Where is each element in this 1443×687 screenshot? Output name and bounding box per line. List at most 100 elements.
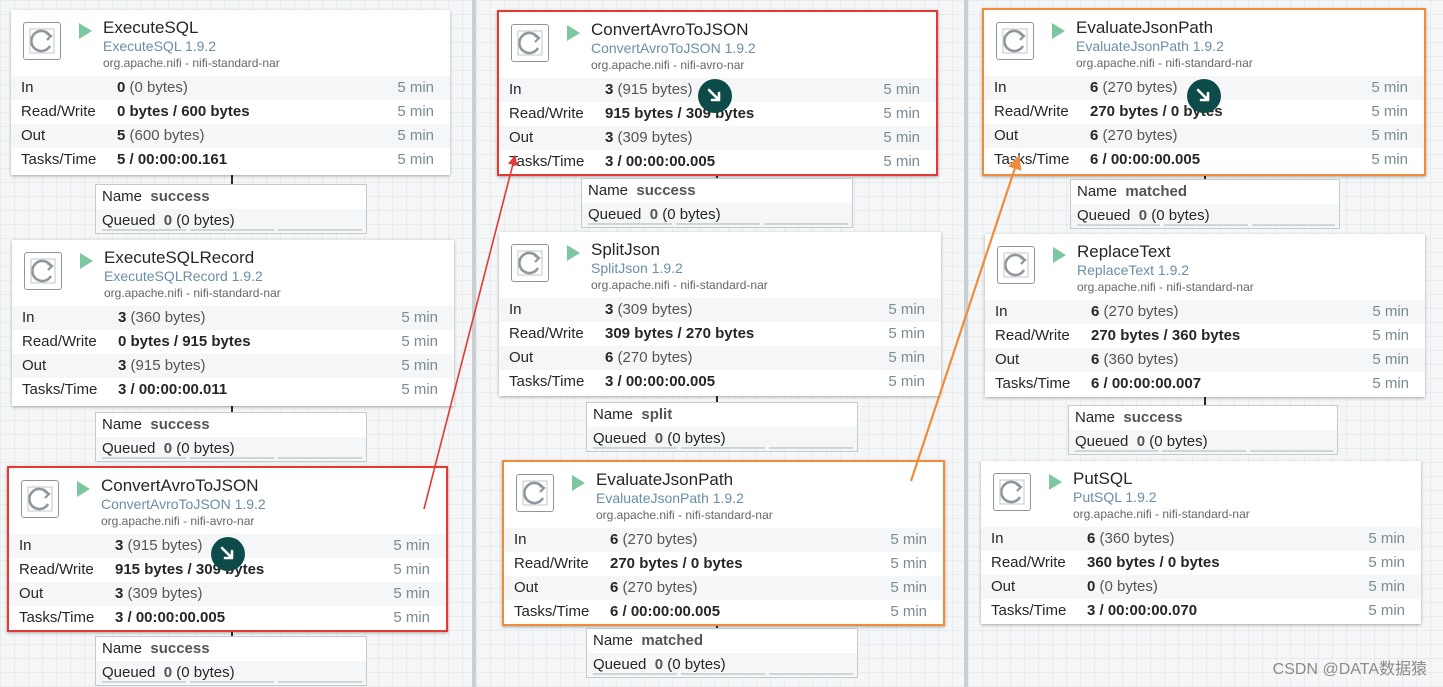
processor-evaluatejsonpath[interactable]: EvaluateJsonPath EvaluateJsonPath 1.9.2 or… (502, 460, 945, 626)
processor-name: ConvertAvroToJSON (591, 20, 749, 39)
play-icon[interactable] (1053, 247, 1066, 263)
play-icon[interactable] (77, 481, 90, 497)
processor-header[interactable]: SplitJson SplitJson 1.9.2 org.apache.nifi … (499, 232, 941, 298)
processor-type: EvaluateJsonPath 1.9.2 (1076, 38, 1224, 54)
connection-matched[interactable]: Name matched Queued 0 (0 bytes) (586, 628, 858, 678)
stat-label: Out (509, 129, 534, 146)
stat-label: Tasks/Time (509, 373, 585, 390)
stat-time: 5 min (883, 129, 920, 146)
stat-time: 5 min (1368, 578, 1405, 595)
queue-progress-bars (1077, 223, 1335, 226)
processor-executesqlrecord[interactable]: ExecuteSQLRecord ExecuteSQLRecord 1.9.2 or… (12, 240, 454, 406)
processor-icon (511, 24, 549, 62)
processor-type: SplitJson 1.9.2 (591, 260, 683, 276)
processor-type: ConvertAvroToJSON 1.9.2 (101, 496, 266, 512)
stat-value: 0 (0 bytes) (117, 79, 188, 96)
stat-label: Out (514, 579, 539, 596)
watermark: CSDN @DATA数据猿 (1272, 661, 1427, 678)
play-icon[interactable] (79, 23, 92, 39)
stat-time: 5 min (883, 153, 920, 170)
connection-success[interactable]: Name success Queued 0 (0 bytes) (95, 636, 367, 686)
queue-progress-bars (593, 446, 853, 449)
stat-label: Tasks/Time (514, 603, 590, 620)
connection-success[interactable]: Name success Queued 0 (0 bytes) (1068, 405, 1338, 455)
play-icon[interactable] (80, 253, 93, 269)
stat-label: Read/Write (22, 333, 97, 350)
stat-out: Out 6 (270 bytes) 5 min (499, 346, 941, 370)
processor-bundle: org.apache.nifi - nifi-standard-nar (103, 56, 280, 70)
stat-label: In (991, 530, 1004, 547)
processor-bundle: org.apache.nifi - nifi-standard-nar (1076, 56, 1253, 70)
stat-out: Out 3 (309 bytes) 5 min (9, 582, 446, 606)
stat-time: 5 min (890, 531, 927, 548)
processor-header[interactable]: ConvertAvroToJSON ConvertAvroToJSON 1.9.2… (499, 12, 936, 78)
stat-in: In 3 (309 bytes) 5 min (499, 298, 941, 322)
connection-split[interactable]: Name split Queued 0 (0 bytes) (586, 402, 858, 452)
processor-type: ConvertAvroToJSON 1.9.2 (591, 40, 756, 56)
stat-tasks: Tasks/Time 3 / 00:00:00.011 5 min (12, 378, 454, 402)
warning-icon[interactable] (211, 537, 245, 571)
stat-read-write: Read/Write 0 bytes / 915 bytes 5 min (12, 330, 454, 354)
processor-bundle: org.apache.nifi - nifi-avro-nar (591, 58, 745, 72)
warning-icon[interactable] (698, 79, 732, 113)
stat-in: In 0 (0 bytes) 5 min (11, 76, 450, 100)
processor-icon (996, 22, 1034, 60)
stat-value: 3 / 00:00:00.070 (1087, 602, 1198, 619)
queue-progress-bars (1075, 449, 1333, 452)
connection-matched[interactable]: Name matched Queued 0 (0 bytes) (1070, 179, 1340, 229)
connection-name-row: Name matched (593, 632, 704, 649)
stat-value: 0 bytes / 915 bytes (118, 333, 251, 350)
processor-bundle: org.apache.nifi - nifi-avro-nar (101, 514, 255, 528)
stat-value: 5 / 00:00:00.161 (117, 151, 228, 168)
processor-icon (511, 244, 549, 282)
stat-time: 5 min (888, 349, 925, 366)
play-icon[interactable] (567, 25, 580, 41)
stat-time: 5 min (393, 609, 430, 626)
processor-executesql[interactable]: ExecuteSQL ExecuteSQL 1.9.2 org.apache.nif… (11, 10, 450, 175)
processor-header[interactable]: ExecuteSQLRecord ExecuteSQLRecord 1.9.2 or… (12, 240, 454, 306)
play-icon[interactable] (1052, 23, 1065, 39)
stat-label: Tasks/Time (991, 602, 1067, 619)
stat-tasks: Tasks/Time 6 / 00:00:00.005 5 min (984, 148, 1424, 172)
stat-time: 5 min (397, 79, 434, 96)
connection-name-row: Name success (102, 416, 210, 433)
processor-putsql[interactable]: PutSQL PutSQL 1.9.2 org.apache.nifi - nifi… (981, 461, 1421, 624)
stat-label: In (994, 79, 1007, 96)
stat-time: 5 min (1371, 79, 1408, 96)
processor-header[interactable]: EvaluateJsonPath EvaluateJsonPath 1.9.2 or… (984, 10, 1424, 76)
processor-bundle: org.apache.nifi - nifi-standard-nar (1073, 507, 1250, 521)
play-icon[interactable] (567, 245, 580, 261)
stat-value: 6 (270 bytes) (1090, 127, 1178, 144)
stat-tasks: Tasks/Time 6 / 00:00:00.007 5 min (985, 372, 1425, 396)
play-icon[interactable] (1049, 474, 1062, 490)
stat-value: 6 (270 bytes) (610, 579, 698, 596)
processor-header[interactable]: ReplaceText ReplaceText 1.9.2 org.apache.n… (985, 234, 1425, 300)
processor-icon (24, 252, 62, 290)
processor-header[interactable]: PutSQL PutSQL 1.9.2 org.apache.nifi - nifi… (981, 461, 1421, 527)
stat-time: 5 min (401, 333, 438, 350)
connection-success[interactable]: Name success Queued 0 (0 bytes) (95, 412, 367, 462)
processor-bundle: org.apache.nifi - nifi-standard-nar (1077, 280, 1254, 294)
stat-value: 360 bytes / 0 bytes (1087, 554, 1220, 571)
stat-value: 5 (600 bytes) (117, 127, 205, 144)
stat-label: In (509, 81, 522, 98)
stat-in: In 6 (360 bytes) 5 min (981, 527, 1421, 551)
processor-name: SplitJson (591, 240, 660, 259)
connection-success[interactable]: Name success Queued 0 (0 bytes) (95, 184, 367, 234)
warning-icon[interactable] (1187, 79, 1221, 113)
stat-value: 3 / 00:00:00.005 (605, 373, 716, 390)
queue-progress-bars (102, 228, 362, 231)
processor-header[interactable]: EvaluateJsonPath EvaluateJsonPath 1.9.2 or… (504, 462, 943, 528)
processor-header[interactable]: ExecuteSQL ExecuteSQL 1.9.2 org.apache.nif… (11, 10, 450, 76)
stat-value: 3 (915 bytes) (115, 537, 203, 554)
stat-time: 5 min (888, 301, 925, 318)
stat-time: 5 min (1372, 351, 1409, 368)
connection-success[interactable]: Name success Queued 0 (0 bytes) (581, 178, 853, 228)
stat-value: 3 (309 bytes) (605, 301, 693, 318)
play-icon[interactable] (572, 475, 585, 491)
stat-value: 6 (270 bytes) (1090, 79, 1178, 96)
stat-time: 5 min (393, 537, 430, 554)
processor-splitjson[interactable]: SplitJson SplitJson 1.9.2 org.apache.nifi … (499, 232, 941, 396)
processor-header[interactable]: ConvertAvroToJSON ConvertAvroToJSON 1.9.2… (9, 468, 446, 534)
processor-replacetext[interactable]: ReplaceText ReplaceText 1.9.2 org.apache.n… (985, 234, 1425, 397)
